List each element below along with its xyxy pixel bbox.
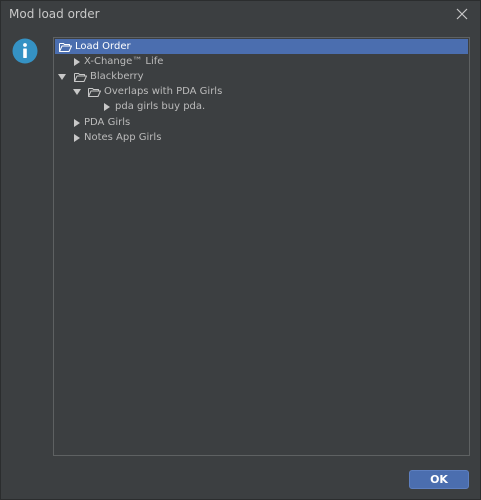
mod-load-order-dialog: Mod load order Load Order X-Change™ Life… <box>0 0 481 500</box>
tree-item-overlaps-with-pda-girls[interactable]: Overlaps with PDA Girls <box>55 84 468 99</box>
folder-open-icon <box>58 41 72 53</box>
triangle-down-icon[interactable] <box>57 72 67 82</box>
folder-open-icon <box>87 86 101 98</box>
triangle-right-icon[interactable] <box>102 102 112 112</box>
tree-item-blackberry[interactable]: Blackberry <box>55 69 468 84</box>
load-order-tree[interactable]: Load Order X-Change™ Life Blackberry Ove… <box>53 37 470 456</box>
triangle-right-icon[interactable] <box>72 57 82 67</box>
tree-item-pda-girls[interactable]: PDA Girls <box>55 115 468 130</box>
ok-button[interactable]: OK <box>409 470 469 489</box>
tree-item-label: X-Change™ Life <box>84 56 164 67</box>
dialog-title: Mod load order <box>9 7 100 21</box>
tree-item-label: Load Order <box>75 41 131 52</box>
triangle-down-icon[interactable] <box>72 87 82 97</box>
tree-item-label: pda girls buy pda. <box>115 101 206 112</box>
tree-item-label: Overlaps with PDA Girls <box>104 86 223 97</box>
close-icon <box>456 8 468 20</box>
info-icon <box>12 38 38 64</box>
tree-item-label: Blackberry <box>90 71 144 82</box>
title-bar: Mod load order <box>1 1 480 27</box>
tree-item-label: PDA Girls <box>84 117 131 128</box>
tree-item-notes-app-girls[interactable]: Notes App Girls <box>55 130 468 145</box>
tree-item-pda-girls-buy-pda[interactable]: pda girls buy pda. <box>55 99 468 114</box>
tree-item-label: Notes App Girls <box>84 132 162 143</box>
triangle-right-icon[interactable] <box>72 118 82 128</box>
folder-open-icon <box>73 71 87 83</box>
close-button[interactable] <box>452 4 472 24</box>
tree-item-load-order[interactable]: Load Order <box>55 39 468 54</box>
tree-item-x-change-life[interactable]: X-Change™ Life <box>55 54 468 69</box>
triangle-right-icon[interactable] <box>72 133 82 143</box>
